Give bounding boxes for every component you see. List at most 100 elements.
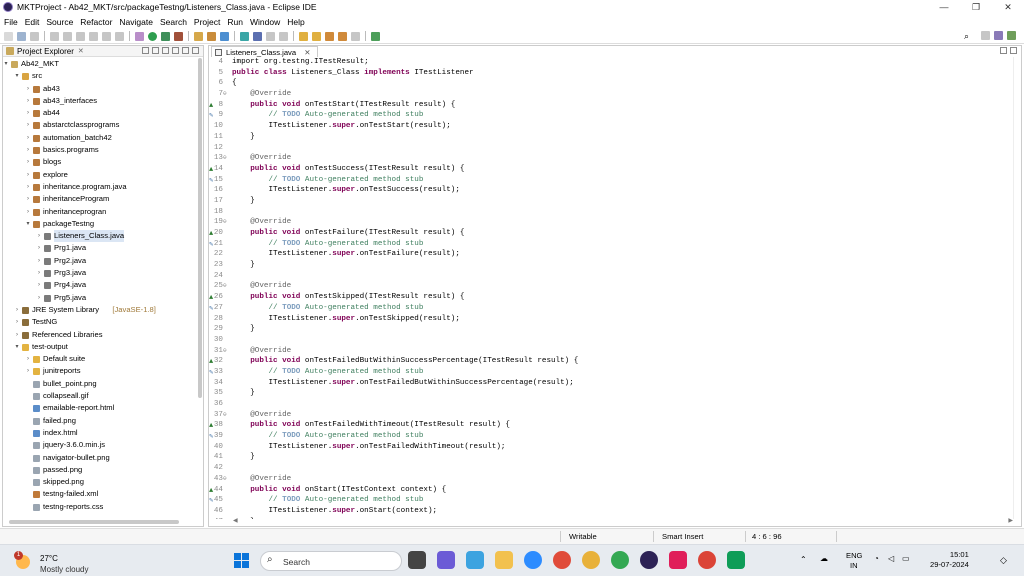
collapse-arrow-icon[interactable]: › — [35, 279, 43, 291]
fold-toggle-icon[interactable]: ⊖ — [223, 410, 227, 421]
collapse-arrow-icon[interactable]: › — [24, 365, 32, 377]
minimize-view-icon[interactable] — [182, 47, 189, 54]
tree-item[interactable]: emailable-report.html — [3, 402, 198, 414]
code-line[interactable]: 29 } — [209, 324, 1005, 335]
line-gutter[interactable]: ✎ 27 — [209, 303, 231, 314]
windows-start-button[interactable] — [234, 553, 249, 568]
collapse-arrow-icon[interactable]: › — [24, 144, 32, 156]
view-menu-icon[interactable] — [172, 47, 179, 54]
code-line[interactable]: 4 import org.testng.ITestResult; — [209, 57, 1005, 68]
tree-item[interactable]: › basics.programs — [3, 144, 198, 156]
last-edit-icon[interactable] — [325, 31, 334, 41]
line-gutter[interactable]: ✎ 21 — [209, 239, 231, 250]
line-gutter[interactable]: ✎ 33 — [209, 367, 231, 378]
skip-breakpoints-icon[interactable] — [50, 31, 59, 41]
code-line[interactable]: ▲ 38 public void onTestFailedWithTimeout(… — [209, 420, 1005, 431]
code-line[interactable]: 13 ⊖ @Override — [209, 153, 1005, 164]
code-line[interactable]: 41 } — [209, 452, 1005, 463]
maximize-view-icon[interactable] — [192, 47, 199, 54]
code-line[interactable]: 5 public class Listeners_Class implements… — [209, 68, 1005, 79]
code-line[interactable]: 11 } — [209, 132, 1005, 143]
eclipse-taskbar-icon[interactable] — [640, 551, 658, 569]
tree-item[interactable]: › Prg4.java — [3, 279, 198, 291]
collapse-arrow-icon[interactable]: › — [24, 119, 32, 131]
collapse-arrow-icon[interactable]: › — [35, 255, 43, 267]
code-area[interactable]: 4 import org.testng.ITestResult; 5 public c… — [209, 57, 1005, 519]
menu-file[interactable]: File — [4, 17, 18, 27]
coverage-icon[interactable] — [161, 31, 170, 41]
code-line[interactable]: ▲ 20 public void onTestFailure(ITestResul… — [209, 228, 1005, 239]
editor-tab[interactable]: Listeners_Class.java ✕ — [211, 46, 318, 57]
line-gutter[interactable]: 34 — [209, 378, 231, 389]
tree-item[interactable]: › Prg1.java — [3, 242, 198, 254]
line-gutter[interactable]: 43 ⊖ — [209, 474, 231, 485]
sheets-icon[interactable] — [727, 551, 745, 569]
tree-item[interactable]: › Prg3.java — [3, 267, 198, 279]
code-line[interactable]: 40 ITestListener.super.onTestFailedWithT… — [209, 442, 1005, 453]
menu-window[interactable]: Window — [250, 17, 280, 27]
tree-item[interactable]: › Referenced Libraries — [3, 329, 198, 341]
task-view-icon[interactable] — [408, 551, 426, 569]
menu-search[interactable]: Search — [160, 17, 187, 27]
tree-item[interactable]: index.html — [3, 427, 198, 439]
tree-item[interactable]: collapseall.gif — [3, 390, 198, 402]
line-gutter[interactable]: ▲ 32 — [209, 356, 231, 367]
tree-item[interactable]: › inheritanceProgram — [3, 193, 198, 205]
menu-source[interactable]: Source — [46, 17, 73, 27]
line-gutter[interactable]: 13 ⊖ — [209, 153, 231, 164]
back-icon[interactable] — [338, 31, 347, 41]
tree-item[interactable]: › Prg2.java — [3, 255, 198, 267]
code-line[interactable]: 12 — [209, 143, 1005, 154]
battery-icon[interactable]: ▭ — [902, 554, 910, 563]
code-line[interactable]: 31 ⊖ @Override — [209, 346, 1005, 357]
expand-arrow-icon[interactable]: ▾ — [13, 341, 21, 353]
tree-item[interactable]: › Default suite — [3, 353, 198, 365]
tree-item[interactable]: › ab44 — [3, 107, 198, 119]
line-gutter[interactable]: 23 — [209, 260, 231, 271]
widgets-icon[interactable] — [466, 551, 484, 569]
code-line[interactable]: 30 — [209, 335, 1005, 346]
line-gutter[interactable]: ▲ 20 — [209, 228, 231, 239]
code-line[interactable]: ▲ 8 public void onTestStart(ITestResult r… — [209, 100, 1005, 111]
overview-ruler[interactable] — [1013, 57, 1021, 519]
code-line[interactable]: ▲ 44 public void onStart(ITestContext con… — [209, 485, 1005, 496]
collapse-arrow-icon[interactable]: › — [13, 316, 21, 328]
terminate-icon[interactable] — [89, 31, 98, 41]
line-gutter[interactable]: ▲ 26 — [209, 292, 231, 303]
line-gutter[interactable]: 25 ⊖ — [209, 281, 231, 292]
tree-item[interactable]: › ab43_interfaces — [3, 95, 198, 107]
tree-item[interactable]: › JRE System Library [JavaSE-1.8] — [3, 304, 198, 316]
line-gutter[interactable]: 11 — [209, 132, 231, 143]
tree-item[interactable]: testng-failed.xml — [3, 488, 198, 500]
step-into-icon[interactable] — [102, 31, 111, 41]
tree-item[interactable]: › inheritanceprogran — [3, 206, 198, 218]
line-gutter[interactable]: 47 — [209, 517, 231, 519]
code-line[interactable]: ✎ 15 // TODO Auto-generated method stub — [209, 175, 1005, 186]
fold-toggle-icon[interactable]: ⊖ — [223, 474, 227, 485]
tree-item[interactable]: › inheritance.program.java — [3, 181, 198, 193]
collapse-arrow-icon[interactable]: › — [35, 292, 43, 304]
code-line[interactable]: 19 ⊖ @Override — [209, 217, 1005, 228]
resume-icon[interactable] — [63, 31, 72, 41]
code-line[interactable]: 43 ⊖ @Override — [209, 474, 1005, 485]
collapse-arrow-icon[interactable]: › — [24, 181, 32, 193]
minimize-button[interactable]: — — [928, 0, 960, 14]
tree-item[interactable]: jquery-3.6.0.min.js — [3, 439, 198, 451]
scroll-right-icon[interactable]: ▶ — [1008, 517, 1013, 524]
open-type-icon[interactable] — [240, 31, 249, 41]
line-gutter[interactable]: ▲ 44 — [209, 485, 231, 496]
fold-toggle-icon[interactable]: ⊖ — [223, 153, 227, 164]
teams-chat-icon[interactable] — [437, 551, 455, 569]
menu-navigate[interactable]: Navigate — [119, 17, 153, 27]
external-tools-icon[interactable] — [174, 31, 183, 41]
code-line[interactable]: 22 ITestListener.super.onTestFailure(res… — [209, 249, 1005, 260]
debug-icon[interactable] — [135, 31, 144, 41]
debug-perspective-icon[interactable] — [1007, 31, 1016, 40]
tree-item[interactable]: ▾ src — [3, 70, 198, 82]
wifi-icon[interactable]: ◔ — [874, 554, 879, 563]
file-explorer-icon[interactable] — [495, 551, 513, 569]
code-line[interactable]: 25 ⊖ @Override — [209, 281, 1005, 292]
line-gutter[interactable]: 16 — [209, 185, 231, 196]
code-line[interactable]: 37 ⊖ @Override — [209, 410, 1005, 421]
line-gutter[interactable]: 10 — [209, 121, 231, 132]
